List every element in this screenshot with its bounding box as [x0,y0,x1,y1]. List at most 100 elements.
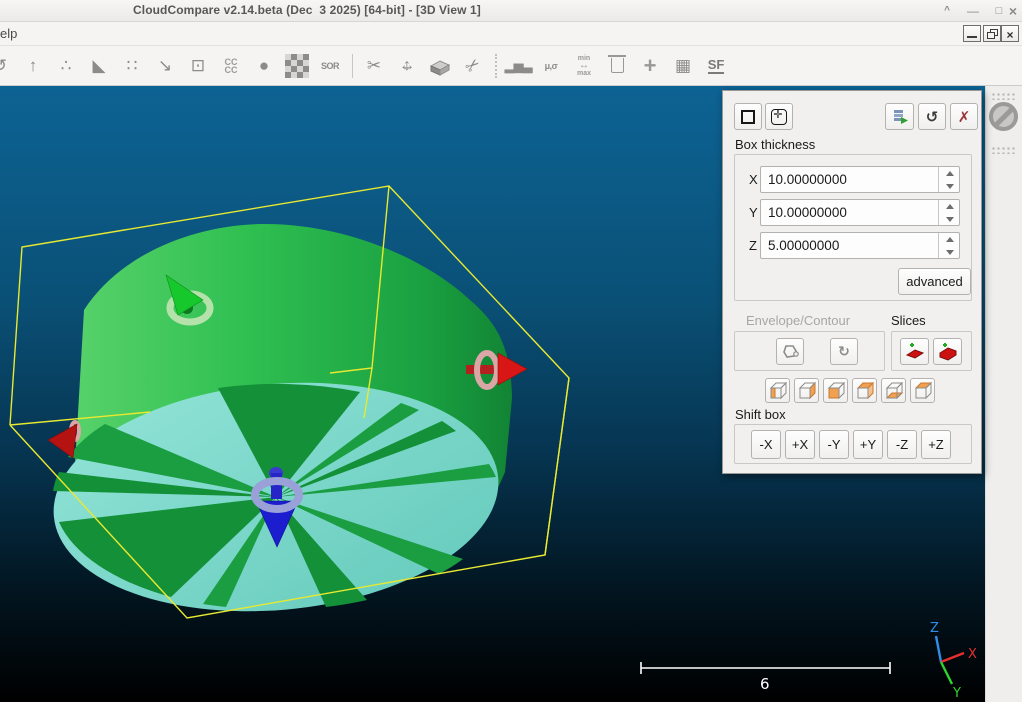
minimize-icon [967,36,977,38]
main-toolbar: ↺ ↑ ∴ ◣ ∷ ↘ ⊡ CC CC ● SOR ✂ ↔↕ ✂ ▂▅▃ μ,σ… [0,46,1022,86]
move-arrows-icon: ✛ [771,109,787,125]
mdi-close-button[interactable]: × [1001,25,1019,42]
point-picking-icon[interactable]: ⊡ [185,52,211,80]
polygon-icon [781,343,799,361]
extract-slice-button[interactable] [900,338,929,365]
axis-z-label: Z [930,621,939,636]
cross-section-panel: ✛ ↺ ✗ Box thickness X [722,90,982,474]
show-box-toggle-button[interactable] [734,103,762,130]
point-cloud-icon[interactable]: ∷ [119,52,145,80]
menu-bar: elp × [0,22,1022,46]
close-icon: × [1006,28,1013,42]
delete-scalar-field-icon[interactable] [604,52,630,80]
toolbar-separator [352,54,353,78]
spin-down-button[interactable] [939,246,960,258]
shift-box-group: -X +X -Y +Y -Z +Z [734,424,972,464]
dock-drag-handle[interactable] [991,92,1017,100]
cloud-transform-icon[interactable]: ↘ [152,52,178,80]
thickness-z-input[interactable] [761,233,937,258]
shift-z-minus-button[interactable]: -Z [887,430,917,459]
sor-filter-icon[interactable]: SOR [317,52,343,80]
window-shade-button[interactable]: ^ [936,2,958,20]
extract-multi-slices-button[interactable] [933,338,962,365]
menu-item-help[interactable]: elp [0,26,17,41]
close-tool-button[interactable]: ✗ [950,103,978,130]
dock-drag-handle[interactable] [991,146,1017,154]
show-interactors-toggle-button[interactable]: ✛ [765,103,793,130]
scale-bar-label: 6 [760,675,770,693]
thickness-row-y: Y [735,199,973,226]
mdi-minimize-button[interactable] [963,25,981,42]
shift-x-plus-button[interactable]: +X [785,430,815,459]
flip-box-bottom-button[interactable] [881,378,906,403]
window-close-button[interactable]: × [1002,2,1022,20]
shift-box-label: Shift box [735,407,786,422]
multi-slice-icon [937,341,959,363]
close-x-icon: ✗ [958,108,971,126]
spin-down-button[interactable] [939,213,960,225]
spin-up-button[interactable] [939,200,960,212]
thickness-z-spinbox [760,232,960,259]
spin-up-button[interactable] [939,167,960,179]
spin-up-button[interactable] [939,233,960,245]
rotate-tool-icon[interactable]: ↺ [0,52,13,80]
flip-box-front-button[interactable] [823,378,848,403]
flip-box-right-button[interactable] [794,378,819,403]
disabled-tool-icon[interactable] [989,102,1018,131]
axis-y-label: Y [952,686,961,701]
envelope-group: ↻ [734,331,885,371]
slices-group [891,331,972,371]
cube-right-face-icon [796,380,817,401]
right-dock-toolbar [985,86,1022,702]
checkerboard-icon[interactable] [284,52,310,80]
box-thickness-label: Box thickness [735,137,815,152]
reset-icon: ↻ [838,343,850,360]
thickness-row-x: X [735,166,973,193]
window-title-bar: CloudCompare v2.14.beta (Dec 3 2025) [64… [0,0,1022,22]
add-icon[interactable]: + [637,52,663,80]
envelope-reset-button[interactable]: ↻ [830,338,858,365]
primitive-factory-icon[interactable]: ● [251,52,277,80]
segment-tool-icon[interactable]: ✂ [460,52,486,80]
cloud-raise-icon[interactable]: ↑ [20,52,46,80]
cross-section-icon[interactable] [427,52,453,80]
scalar-field-icon[interactable]: SF [703,52,729,80]
window-title: CloudCompare v2.14.beta (Dec 3 2025) [64… [133,3,481,17]
calculator-icon[interactable]: ▦ [670,52,696,80]
thickness-y-spinbox [760,199,960,226]
flip-box-top-button[interactable] [910,378,935,403]
scissors-crop-icon[interactable]: ✂ [361,52,387,80]
reset-box-button[interactable]: ↺ [918,103,946,130]
cloud-cloud-distance-icon[interactable]: CC CC [218,52,244,80]
thickness-x-input[interactable] [761,167,937,192]
slices-label: Slices [891,313,926,328]
box-outline-icon [741,110,755,124]
thickness-y-input[interactable] [761,200,937,225]
window-minimize-button[interactable]: — [962,2,984,20]
main-area: 6 Z X Y ✛ ↺ [0,86,1022,702]
shift-y-plus-button[interactable]: +Y [853,430,883,459]
advanced-button[interactable]: advanced [898,268,971,295]
translate-rotate-icon[interactable]: ↔↕ [394,52,420,80]
min-max-filter-icon[interactable]: min ↔ max [571,52,597,80]
cube-back-face-icon [854,380,875,401]
shift-x-minus-button[interactable]: -X [751,430,781,459]
statistics-icon[interactable]: μ,σ [538,52,564,80]
mdi-restore-button[interactable] [983,25,1001,42]
envelope-contour-label: Envelope/Contour [746,313,850,328]
extract-envelope-button[interactable] [776,338,804,365]
export-slices-button[interactable] [885,103,914,130]
export-icon [890,107,910,127]
shift-z-plus-button[interactable]: +Z [921,430,951,459]
cylinder-mesh [44,224,512,629]
mesh-sampling-icon[interactable]: ◣ [86,52,112,80]
toolbar-separator-dotted [495,54,497,78]
subsample-icon[interactable]: ∴ [53,52,79,80]
flip-box-back-button[interactable] [852,378,877,403]
slice-icon [904,341,926,363]
thickness-x-spinbox [760,166,960,193]
shift-y-minus-button[interactable]: -Y [819,430,849,459]
flip-box-left-button[interactable] [765,378,790,403]
spin-down-button[interactable] [939,180,960,192]
histogram-icon[interactable]: ▂▅▃ [505,52,531,80]
